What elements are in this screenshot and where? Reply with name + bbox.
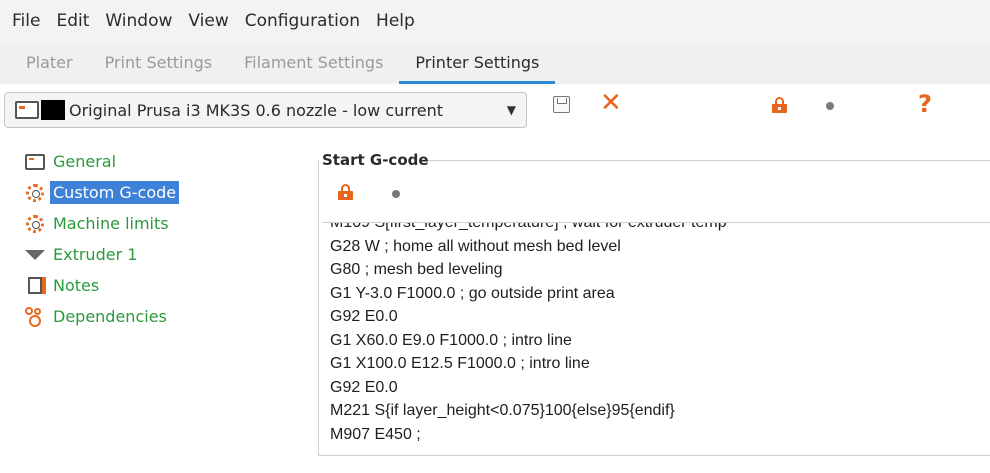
- sidebar-item-notes[interactable]: Notes: [24, 270, 304, 301]
- gcode-line: G1 Y-3.0 F1000.0 ; go outside print area: [330, 284, 615, 302]
- tab-plater[interactable]: Plater: [10, 44, 89, 84]
- printer-preset-select[interactable]: Original Prusa i3 MK3S 0.6 nozzle - low …: [4, 92, 527, 128]
- sidebar-item-label: General: [53, 152, 117, 171]
- chevron-down-icon[interactable]: ▼: [507, 103, 516, 117]
- preset-label: Original Prusa i3 MK3S 0.6 nozzle - low …: [69, 100, 444, 120]
- sidebar-item-dependencies[interactable]: Dependencies: [24, 301, 304, 332]
- sidebar-item-general[interactable]: General: [24, 146, 304, 177]
- sidebar-item-custom-gcode[interactable]: Custom G-code: [24, 177, 304, 208]
- tab-print-settings[interactable]: Print Settings: [89, 44, 229, 84]
- menu-edit[interactable]: Edit: [48, 0, 97, 42]
- menu-help[interactable]: Help: [368, 0, 423, 42]
- settings-tree: General Custom G-code Machine limits Ext…: [24, 146, 304, 332]
- menu-file[interactable]: File: [4, 0, 48, 42]
- save-icon[interactable]: [553, 96, 570, 113]
- sidebar-item-label: Notes: [53, 276, 100, 295]
- gcode-line: G80 ; mesh bed leveling: [330, 261, 503, 278]
- help-icon[interactable]: ?: [918, 92, 932, 116]
- color-swatch: [41, 100, 65, 120]
- sidebar-item-label: Dependencies: [53, 307, 167, 326]
- sidebar-item-label: Machine limits: [53, 214, 169, 233]
- window-icon: [24, 152, 46, 172]
- section-title: Start G-code: [322, 151, 429, 169]
- gcode-line: M221 S{if layer_height<0.075}100{else}95…: [330, 402, 675, 419]
- notes-icon: [24, 276, 46, 296]
- menu-configuration[interactable]: Configuration: [237, 0, 368, 42]
- close-icon[interactable]: ✕: [600, 90, 622, 116]
- sidebar-item-label: Custom G-code: [50, 181, 180, 204]
- printer-window-icon: [15, 101, 39, 119]
- gcode-lines: M109 S[first_layer_temperature] ; wait f…: [330, 222, 727, 446]
- start-gcode-editor[interactable]: M109 S[first_layer_temperature] ; wait f…: [322, 222, 990, 452]
- gcode-line: G1 X60.0 E9.0 F1000.0 ; intro line: [330, 331, 572, 349]
- gcode-line: M109 S[first_layer_temperature] ; wait f…: [330, 222, 727, 231]
- sidebar-item-label: Extruder 1: [53, 245, 138, 264]
- gcode-line: M907 E450 ;: [330, 425, 421, 443]
- lock-open-icon[interactable]: [772, 97, 787, 113]
- funnel-icon: [24, 245, 46, 265]
- gear-icon: [24, 214, 46, 234]
- tab-bar: Plater Print Settings Filament Settings …: [0, 42, 990, 84]
- sidebar-item-machine-limits[interactable]: Machine limits: [24, 208, 304, 239]
- tab-printer-settings[interactable]: Printer Settings: [399, 44, 556, 84]
- gcode-line: G28 W ; home all without mesh bed level: [330, 237, 621, 255]
- group-divider: [426, 160, 990, 161]
- menu-view[interactable]: View: [180, 0, 236, 42]
- dependencies-icon: [24, 306, 46, 327]
- dot-icon[interactable]: [826, 102, 834, 110]
- gcode-line: G1 X100.0 E12.5 F1000.0 ; intro line: [330, 355, 590, 372]
- menu-bar: File Edit Window View Configuration Help: [0, 0, 990, 42]
- dot-icon[interactable]: [392, 190, 400, 198]
- preset-toolbar: Original Prusa i3 MK3S 0.6 nozzle - low …: [0, 84, 990, 136]
- gcode-line: G92 E0.0: [330, 308, 398, 325]
- gear-icon: [24, 183, 46, 203]
- menu-window[interactable]: Window: [97, 0, 180, 42]
- gcode-line: G92 E0.0: [330, 378, 398, 396]
- lock-open-icon[interactable]: [338, 184, 353, 200]
- tab-filament-settings[interactable]: Filament Settings: [228, 44, 399, 84]
- sidebar-item-extruder-1[interactable]: Extruder 1: [24, 239, 304, 270]
